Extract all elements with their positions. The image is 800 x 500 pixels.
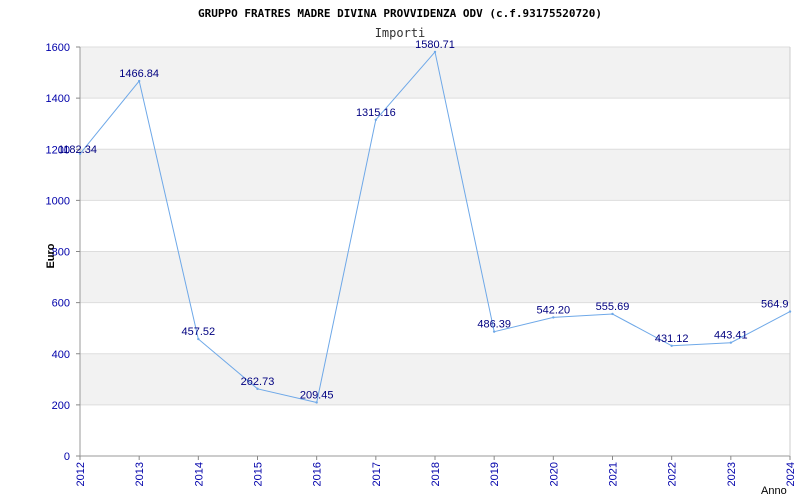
x-ticks: 2012 2013 2014 2015 2016 2017 2018 2019 2020 2021…	[75, 456, 797, 486]
data-label: 443.41	[714, 330, 748, 342]
data-label: 542.20	[537, 304, 571, 316]
y-tick-label: 400	[52, 349, 70, 361]
data-label: 1580.71	[415, 39, 455, 51]
x-tick-label: 2020	[548, 462, 560, 486]
data-label: 555.69	[596, 301, 630, 313]
x-tick-label: 2022	[667, 462, 679, 486]
x-tick-label: 2019	[489, 462, 501, 486]
grid-bands	[80, 47, 790, 405]
y-tick-label: 200	[52, 400, 70, 412]
y-axis-label: Euro	[45, 243, 57, 268]
grid-band	[80, 353, 790, 405]
data-point	[552, 316, 555, 319]
data-point	[492, 330, 496, 333]
x-tick-label: 2021	[608, 462, 620, 486]
y-tick-label: 1600	[46, 42, 70, 54]
grid-band	[80, 47, 790, 99]
grid-band	[80, 251, 790, 303]
data-label: 209.45	[300, 389, 334, 401]
data-label: 564.9	[761, 299, 789, 311]
y-tick-label: 600	[52, 298, 70, 310]
line-chart: 02004006008001000120014001600 2012 2013 20…	[45, 7, 797, 497]
data-point	[315, 401, 318, 404]
x-tick-label: 2023	[726, 462, 738, 486]
data-point	[197, 337, 200, 341]
data-point	[433, 50, 437, 54]
data-point	[256, 387, 259, 391]
chart-subtitle: Importi	[375, 26, 426, 40]
data-point	[137, 79, 141, 83]
data-point	[611, 312, 614, 316]
x-tick-label: 2013	[134, 462, 146, 486]
x-tick-label: 2018	[430, 462, 442, 486]
data-label: 1466.84	[119, 68, 159, 80]
data-label: 1315.16	[356, 107, 396, 119]
y-tick-label: 0	[64, 451, 70, 463]
data-point	[729, 341, 733, 344]
grid-band	[80, 149, 790, 201]
data-point	[670, 344, 673, 347]
data-label: 431.12	[655, 333, 689, 345]
x-axis-label: Anno	[761, 485, 787, 497]
x-tick-label: 2015	[253, 462, 265, 486]
data-point	[374, 118, 378, 122]
data-label: 262.73	[241, 376, 275, 388]
series-line	[78, 50, 792, 404]
x-tick-label: 2014	[193, 462, 205, 486]
x-tick-label: 2024	[785, 462, 797, 486]
data-label: 457.52	[182, 326, 216, 338]
x-tick-label: 2017	[371, 462, 383, 486]
chart-title: GRUPPO FRATRES MADRE DIVINA PROVVIDENZA …	[198, 7, 602, 20]
data-label: 1182.34	[58, 144, 97, 156]
x-tick-label: 2016	[312, 462, 324, 486]
series-polyline	[79, 50, 791, 404]
y-tick-label: 1400	[46, 93, 70, 105]
x-tick-label: 2012	[75, 462, 87, 486]
data-point	[788, 310, 792, 313]
data-label: 486.39	[477, 319, 511, 331]
y-tick-label: 1000	[46, 195, 70, 207]
